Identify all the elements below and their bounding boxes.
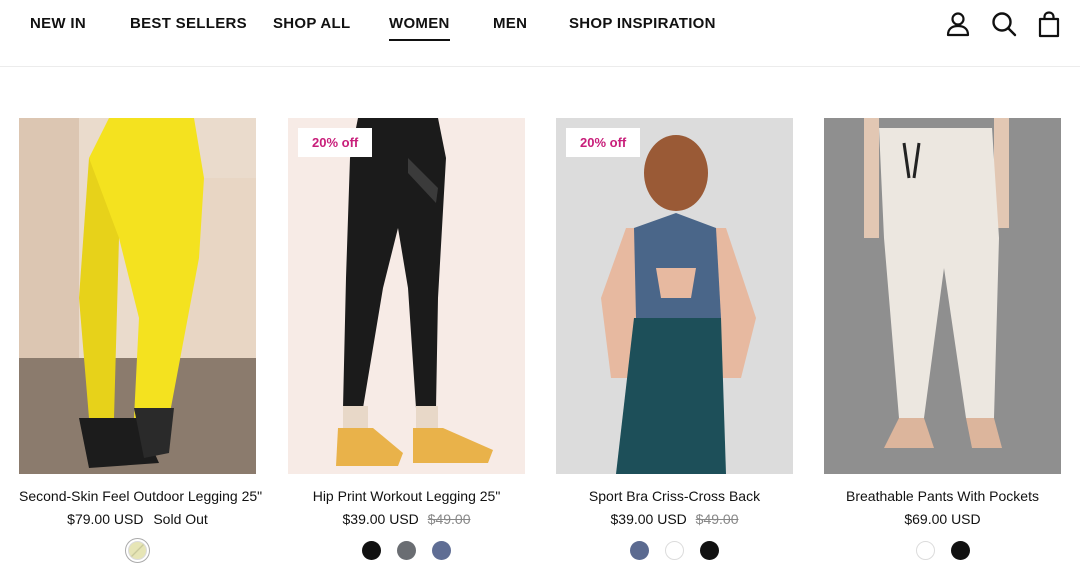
cart-icon[interactable]	[1035, 10, 1063, 38]
swatch-black[interactable]	[700, 541, 719, 560]
color-swatches	[556, 541, 793, 560]
swatch-white[interactable]	[915, 541, 935, 560]
nav-best-sellers[interactable]: BEST SELLERS	[130, 15, 247, 32]
swatch-blue[interactable]	[630, 541, 649, 560]
product-title[interactable]: Hip Print Workout Legging 25"	[288, 488, 525, 504]
nav-new-in[interactable]: NEW IN	[30, 15, 86, 32]
nav-shop-inspiration[interactable]: SHOP INSPIRATION	[569, 15, 716, 32]
nav-women[interactable]: WOMEN	[389, 15, 450, 41]
product-title[interactable]: Sport Bra Criss-Cross Back	[556, 488, 793, 504]
product-price: $79.00 USD	[67, 511, 144, 527]
price-row: $39.00 USD $49.00	[556, 511, 793, 527]
product-image[interactable]	[19, 118, 256, 474]
product-price: $69.00 USD	[904, 511, 981, 527]
discount-badge: 20% off	[298, 128, 373, 157]
product-title[interactable]: Second-Skin Feel Outdoor Legging 25"	[19, 488, 262, 504]
discount-badge: 20% off	[566, 128, 641, 157]
swatch-gray[interactable]	[397, 541, 416, 560]
color-swatches	[19, 538, 256, 563]
product-image[interactable]: 20% off	[288, 118, 525, 474]
product-title[interactable]: Breathable Pants With Pockets	[824, 488, 1061, 504]
product-price: $39.00 USD	[342, 511, 419, 527]
swatch-black[interactable]	[950, 541, 970, 560]
compare-price: $49.00	[695, 511, 739, 527]
product-image[interactable]	[824, 118, 1061, 474]
swatch-sage[interactable]	[125, 538, 150, 563]
nav-shop-all[interactable]: SHOP ALL	[273, 15, 350, 32]
compare-price: $49.00	[427, 511, 471, 527]
site-header: NEW IN BEST SELLERS SHOP ALL WOMEN MEN S…	[0, 0, 1080, 67]
account-icon[interactable]	[944, 10, 972, 38]
product-card: Second-Skin Feel Outdoor Legging 25" $79…	[19, 118, 262, 563]
product-image[interactable]: 20% off	[556, 118, 793, 474]
product-card: 20% off Hip Print Workout Legging 25" $3…	[288, 118, 525, 560]
color-swatches	[288, 541, 525, 560]
price-row: $79.00 USD Sold Out	[19, 511, 256, 527]
swatch-black[interactable]	[362, 541, 381, 560]
product-price: $39.00 USD	[610, 511, 687, 527]
nav-men[interactable]: MEN	[493, 15, 527, 32]
product-card: Breathable Pants With Pockets $69.00 USD	[824, 118, 1061, 560]
color-swatches	[824, 541, 1061, 560]
price-row: $39.00 USD $49.00	[288, 511, 525, 527]
search-icon[interactable]	[990, 10, 1018, 38]
price-row: $69.00 USD	[824, 511, 1061, 527]
sold-out-label: Sold Out	[153, 511, 208, 527]
product-card: 20% off Sport Bra Criss-Cross Back $39.0…	[556, 118, 793, 560]
swatch-blue[interactable]	[432, 541, 451, 560]
swatch-white[interactable]	[665, 541, 684, 560]
